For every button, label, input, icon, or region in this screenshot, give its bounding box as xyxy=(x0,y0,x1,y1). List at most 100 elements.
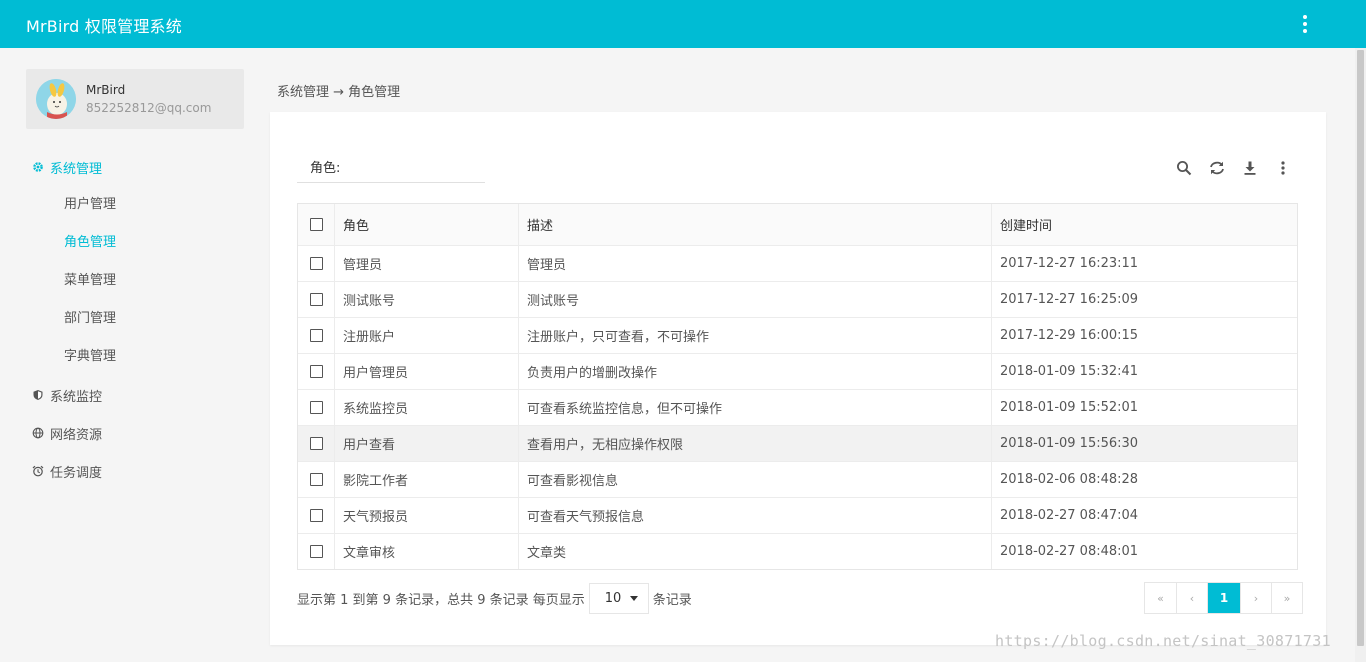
watermark: https://blog.csdn.net/sinat_30871731 xyxy=(995,632,1331,650)
sidebar-group-label: 系统管理 xyxy=(50,161,103,177)
shield-icon xyxy=(32,389,44,401)
sidebar-group-system-management[interactable]: 系统管理 xyxy=(32,157,102,177)
sidebar-group-network-resources[interactable]: 网络资源 xyxy=(32,423,102,443)
row-checkbox[interactable] xyxy=(309,365,323,378)
table-row[interactable]: 影院工作者 可查看影视信息 2018-02-06 08:48:28 xyxy=(298,461,1297,497)
sidebar-group-task-scheduling[interactable]: 任务调度 xyxy=(32,461,102,481)
app-title: MrBird 权限管理系统 xyxy=(26,17,182,36)
created-time-cell: 2018-01-09 15:56:30 xyxy=(991,426,1297,461)
role-table: 角色 描述 创建时间 管理员 管理员 2017-12-27 16:23:11 测… xyxy=(297,203,1298,570)
table-row[interactable]: 天气预报员 可查看天气预报信息 2018-02-27 08:47:04 xyxy=(298,497,1297,533)
sidebar-group-label: 系统监控 xyxy=(50,389,103,405)
avatar[interactable] xyxy=(36,79,76,119)
row-select-cell xyxy=(298,282,334,317)
select-all-cell xyxy=(298,204,334,245)
globe-icon xyxy=(32,427,44,439)
row-select-cell xyxy=(298,534,334,569)
role-description-cell: 可查看天气预报信息 xyxy=(518,498,991,533)
created-time-cell: 2018-02-27 08:48:01 xyxy=(991,534,1297,569)
row-checkbox[interactable] xyxy=(309,545,323,558)
page-size-select[interactable]: 10 xyxy=(588,582,649,614)
role-description-cell: 查看用户，无相应操作权限 xyxy=(518,426,991,461)
pagination-summary: 显示第 1 到第 9 条记录，总共 9 条记录 每页显示 xyxy=(297,592,585,608)
role-name-cell: 管理员 xyxy=(334,246,518,281)
role-name-cell: 天气预报员 xyxy=(334,498,518,533)
role-name-cell: 文章审核 xyxy=(334,534,518,569)
column-header-role[interactable]: 角色 xyxy=(334,204,518,245)
row-checkbox[interactable] xyxy=(309,257,323,270)
created-time-cell: 2018-01-09 15:52:01 xyxy=(991,390,1297,425)
pagination: « ‹ 1 › » xyxy=(1144,582,1303,614)
sidebar-group-label: 任务调度 xyxy=(50,465,103,481)
sidebar-item-user-management[interactable]: 用户管理 xyxy=(64,195,116,215)
role-description-cell: 可查看影视信息 xyxy=(518,462,991,497)
search-icon[interactable] xyxy=(1174,158,1194,178)
page-1-button[interactable]: 1 xyxy=(1207,583,1240,613)
row-checkbox[interactable] xyxy=(309,509,323,522)
user-name: MrBird xyxy=(86,83,126,97)
role-name-cell: 用户管理员 xyxy=(334,354,518,389)
scrollbar-thumb[interactable] xyxy=(1357,50,1364,646)
role-description-cell: 测试账号 xyxy=(518,282,991,317)
next-page-button[interactable]: › xyxy=(1240,583,1271,613)
role-description-cell: 可查看系统监控信息，但不可操作 xyxy=(518,390,991,425)
created-time-cell: 2018-02-06 08:48:28 xyxy=(991,462,1297,497)
row-checkbox[interactable] xyxy=(309,293,323,306)
role-filter: 角色: xyxy=(297,152,485,183)
role-search-input[interactable] xyxy=(345,154,481,178)
table-row[interactable]: 管理员 管理员 2017-12-27 16:23:11 xyxy=(298,245,1297,281)
table-row[interactable]: 用户管理员 负责用户的增删改操作 2018-01-09 15:32:41 xyxy=(298,353,1297,389)
row-select-cell xyxy=(298,318,334,353)
role-name-cell: 影院工作者 xyxy=(334,462,518,497)
breadcrumb: 系统管理 → 角色管理 xyxy=(277,85,401,100)
user-email: 852252812@qq.com xyxy=(86,101,212,115)
created-time-cell: 2017-12-27 16:25:09 xyxy=(991,282,1297,317)
created-time-cell: 2017-12-27 16:23:11 xyxy=(991,246,1297,281)
more-vertical-icon[interactable] xyxy=(1273,158,1293,178)
row-checkbox[interactable] xyxy=(309,401,323,414)
download-icon[interactable] xyxy=(1240,158,1260,178)
sidebar-group-label: 网络资源 xyxy=(50,427,103,443)
sidebar-item-role-management[interactable]: 角色管理 xyxy=(64,233,116,253)
sidebar-item-menu-management[interactable]: 菜单管理 xyxy=(64,271,116,291)
role-name-cell: 用户查看 xyxy=(334,426,518,461)
alarm-clock-icon xyxy=(32,465,44,477)
created-time-cell: 2018-01-09 15:32:41 xyxy=(991,354,1297,389)
pagination-info: 显示第 1 到第 9 条记录，总共 9 条记录 每页显示 10 条记录 xyxy=(297,582,692,614)
row-select-cell xyxy=(298,498,334,533)
table-row[interactable]: 文章审核 文章类 2018-02-27 08:48:01 xyxy=(298,533,1297,569)
sidebar-group-system-monitor[interactable]: 系统监控 xyxy=(32,385,102,405)
select-all-checkbox[interactable] xyxy=(309,218,323,231)
row-checkbox[interactable] xyxy=(309,329,323,342)
role-name-cell: 系统监控员 xyxy=(334,390,518,425)
last-page-button[interactable]: » xyxy=(1271,583,1302,613)
role-list-card: 角色: 角色 描述 创建时间 管理员 管理员 2017-12-27 16:23:… xyxy=(270,112,1326,645)
row-select-cell xyxy=(298,390,334,425)
role-description-cell: 负责用户的增删改操作 xyxy=(518,354,991,389)
table-row[interactable]: 系统监控员 可查看系统监控信息，但不可操作 2018-01-09 15:52:0… xyxy=(298,389,1297,425)
sidebar-item-dictionary-management[interactable]: 字典管理 xyxy=(64,347,116,367)
caret-down-icon xyxy=(630,595,639,601)
row-select-cell xyxy=(298,246,334,281)
table-row[interactable]: 测试账号 测试账号 2017-12-27 16:25:09 xyxy=(298,281,1297,317)
created-time-cell: 2017-12-29 16:00:15 xyxy=(991,318,1297,353)
row-checkbox[interactable] xyxy=(309,473,323,486)
table-row[interactable]: 注册账户 注册账户，只可查看，不可操作 2017-12-29 16:00:15 xyxy=(298,317,1297,353)
role-description-cell: 管理员 xyxy=(518,246,991,281)
gear-icon xyxy=(32,161,44,173)
first-page-button[interactable]: « xyxy=(1145,583,1176,613)
role-name-cell: 测试账号 xyxy=(334,282,518,317)
column-header-created-time[interactable]: 创建时间 xyxy=(991,204,1297,245)
previous-page-button[interactable]: ‹ xyxy=(1176,583,1207,613)
sidebar-item-department-management[interactable]: 部门管理 xyxy=(64,309,116,329)
refresh-icon[interactable] xyxy=(1207,158,1227,178)
row-select-cell xyxy=(298,426,334,461)
more-vertical-icon[interactable] xyxy=(1295,12,1315,36)
row-select-cell xyxy=(298,354,334,389)
column-header-description[interactable]: 描述 xyxy=(518,204,991,245)
table-row[interactable]: 用户查看 查看用户，无相应操作权限 2018-01-09 15:56:30 xyxy=(298,425,1297,461)
table-header-row: 角色 描述 创建时间 xyxy=(298,204,1297,245)
user-card: MrBird 852252812@qq.com xyxy=(26,69,244,129)
top-app-bar: MrBird 权限管理系统 xyxy=(0,0,1366,48)
row-checkbox[interactable] xyxy=(309,437,323,450)
